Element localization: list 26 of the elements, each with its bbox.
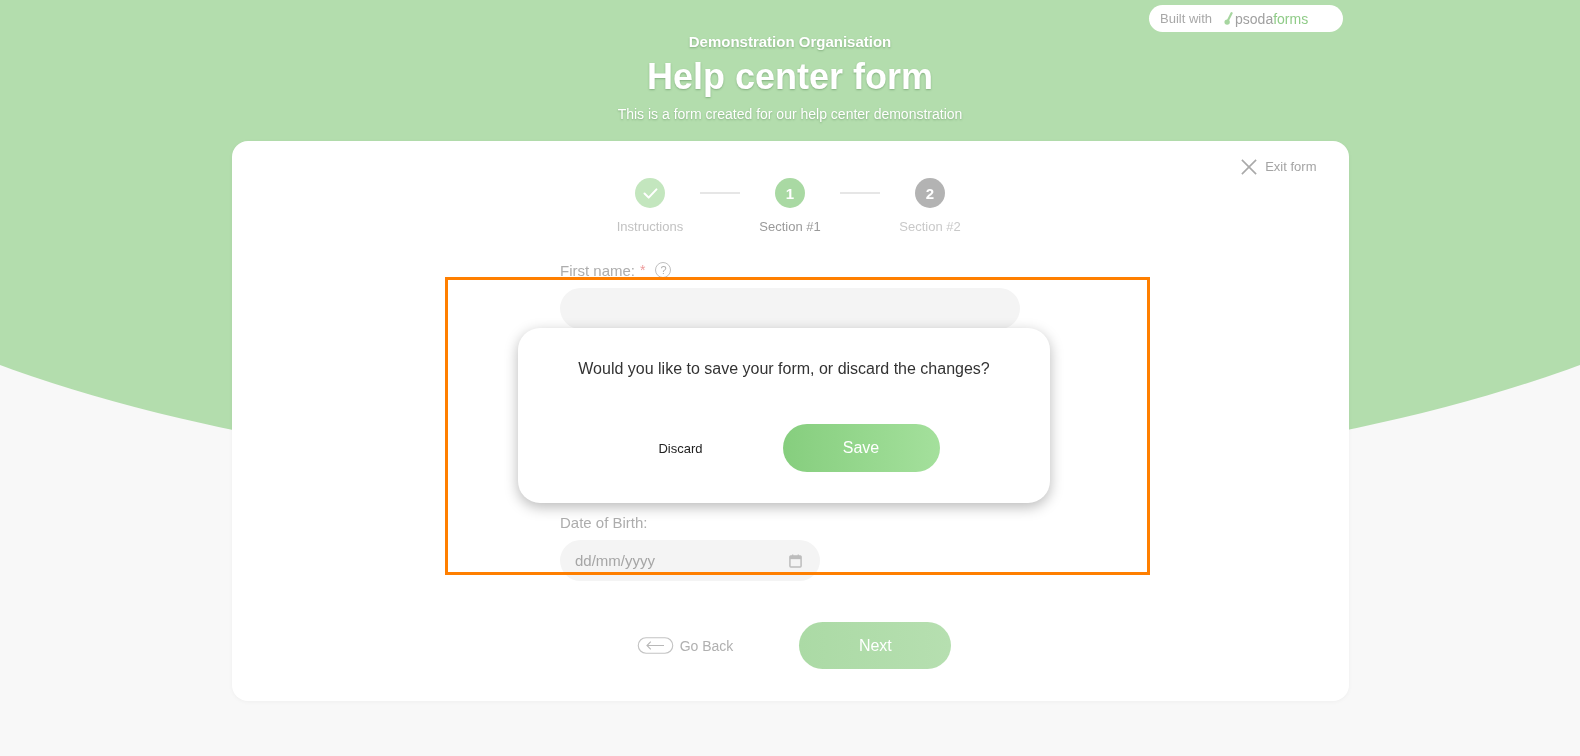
calendar-icon (789, 553, 802, 568)
step-indicator: 1 (775, 178, 805, 208)
logo-suffix: forms (1273, 10, 1309, 27)
logo-icon (1224, 11, 1234, 26)
built-with-label: Built with (1160, 11, 1213, 26)
organisation-name: Demonstration Organisation (688, 32, 892, 52)
discard-button[interactable]: Discard (628, 424, 733, 472)
field-label: Date of Birth: (560, 513, 648, 531)
next-button[interactable]: Next (799, 622, 952, 669)
step-indicator: 2 (915, 178, 945, 208)
logo-name: psoda (1235, 10, 1274, 27)
form-title: Help center form (646, 55, 934, 99)
dialog-message: Would you like to save your form, or discard the changes? (578, 359, 990, 379)
close-icon (1241, 158, 1258, 175)
exit-form-button[interactable]: Exit form (1241, 155, 1317, 178)
form-subtitle: This is a form created for our help center demonstration (617, 105, 963, 123)
step-label: Section #1 (759, 218, 821, 236)
save-button[interactable]: Save (782, 424, 940, 472)
built-with-badge[interactable]: Built with psodaforms (1149, 5, 1343, 32)
date-field[interactable]: dd/mm/yyyy (560, 540, 820, 581)
check-icon (642, 187, 658, 199)
required-mark: * (640, 262, 646, 278)
text-field[interactable] (560, 288, 1020, 329)
field-label: First name: (560, 261, 635, 279)
go-back-button[interactable]: Go Back (636, 637, 734, 654)
step-label: Instructions (616, 218, 684, 236)
